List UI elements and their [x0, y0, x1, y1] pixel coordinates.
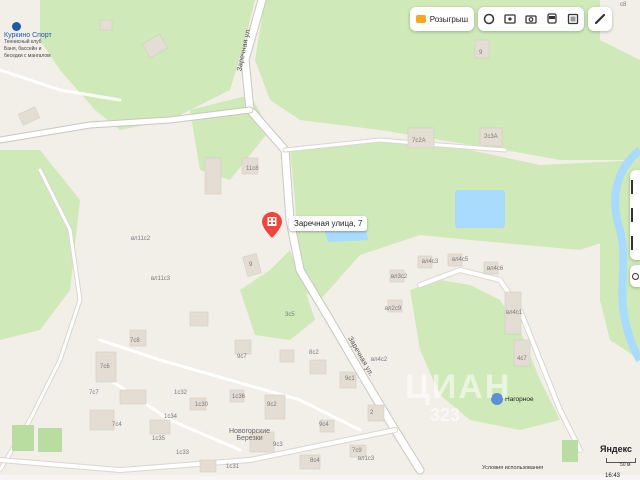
district-label-line2: Березки — [236, 435, 263, 442]
promo-button[interactable]: Розыгрыш — [410, 7, 474, 31]
rotate-button[interactable] — [631, 236, 639, 250]
zoom-in-button[interactable] — [631, 180, 639, 194]
building-marker-icon — [262, 212, 282, 238]
house-number: 9с4 — [319, 422, 329, 428]
pond — [455, 190, 505, 228]
house-number: вл11с2 — [131, 236, 151, 242]
watermark-line2: 323 — [430, 405, 461, 425]
panorama-icon — [504, 14, 516, 24]
yandex-logo[interactable]: Яндекс — [600, 444, 632, 454]
sport-field — [562, 440, 578, 462]
zoom-out-button[interactable] — [631, 208, 639, 222]
house-number: вл4с5 — [452, 257, 469, 263]
house-number: вл2с9 — [385, 306, 402, 312]
house-number: 9с7 — [237, 354, 247, 360]
promo-label: Розыгрыш — [429, 14, 468, 24]
house-number: вл4с1 — [506, 310, 523, 316]
geolocation-button[interactable] — [630, 265, 640, 287]
house-number: 9с2 — [267, 402, 277, 408]
house-number: 1с30 — [195, 402, 209, 408]
house-number: вл4с6 — [487, 266, 504, 272]
house-number: 1с32 — [174, 390, 188, 396]
bus-icon — [547, 13, 557, 24]
zoom-controls — [630, 170, 640, 260]
terms-link[interactable]: Условия использования — [482, 465, 543, 471]
camera-button[interactable] — [520, 7, 541, 31]
house-number: вл4с3 — [422, 259, 439, 265]
house-number: с8 — [620, 2, 627, 8]
house-number: вл11с3 — [151, 276, 171, 282]
house-number: 7с6 — [100, 364, 110, 370]
transport-button[interactable] — [542, 7, 563, 31]
house-number: 7с4 — [112, 422, 122, 428]
sport-field — [12, 425, 34, 451]
ruler-icon — [594, 13, 606, 25]
house-number: 9 — [479, 50, 483, 56]
house-number: 8с2 — [309, 350, 319, 356]
poi-kurkino-sport[interactable]: Куркино Спорт Теннисный клуб Баня, бассе… — [4, 32, 52, 60]
house-number: 8с4 — [310, 458, 320, 464]
poi-kurkino-icon[interactable] — [12, 22, 21, 31]
house-number: 7с9 — [352, 448, 362, 454]
sport-field — [38, 428, 62, 452]
poi-kurkino-sub2: Баня, бассейн и — [4, 46, 42, 52]
house-number: 1с35 — [152, 436, 166, 442]
layers-toolbar — [478, 7, 584, 31]
house-number: 4с7 — [517, 356, 527, 362]
house-number: вл4с2 — [371, 357, 388, 363]
district-label-line1: Новогорские — [229, 428, 271, 435]
geolocation-icon — [631, 272, 639, 280]
clock-time: 16:43 — [605, 473, 621, 479]
house-number: 3с5 — [285, 312, 295, 318]
layers-button[interactable] — [478, 7, 499, 31]
district-label: Новогорские Березки — [229, 428, 270, 442]
house-number: 2с3А — [484, 134, 498, 140]
ruler-button[interactable] — [588, 7, 612, 31]
location-marker[interactable] — [262, 212, 282, 238]
more-layers-button[interactable] — [563, 7, 584, 31]
scale-label: 50 м — [620, 462, 631, 468]
poi-kurkino-name: Куркино Спорт — [4, 32, 52, 39]
house-number: вл3с2 — [391, 274, 408, 280]
house-number: 9с3 — [273, 442, 283, 448]
house-number: 7с7 — [89, 390, 99, 396]
house-number: 9с1 — [345, 376, 355, 382]
poi-kurkino-sub3: беседки с мангалом — [4, 53, 51, 59]
house-number: 7с2А — [412, 138, 426, 144]
house-number: 1с36 — [232, 394, 246, 400]
house-number: вл1с3 — [358, 456, 375, 462]
more-layers-icon — [568, 13, 579, 25]
gift-icon — [416, 15, 426, 23]
camera-icon — [525, 15, 537, 24]
status-bar — [0, 475, 640, 480]
house-number: 1с34 — [164, 414, 178, 420]
house-number: 2 — [370, 410, 374, 416]
house-number: 11с8 — [246, 166, 259, 172]
panorama-button[interactable] — [499, 7, 520, 31]
watermark-line1: ЦИАН — [405, 368, 512, 406]
layers-icon — [483, 13, 494, 25]
house-number: 9 — [249, 262, 253, 268]
poi-kurkino-sub1: Теннисный клуб — [4, 39, 42, 45]
house-number: 7с8 — [130, 338, 140, 344]
marker-address-label[interactable]: Заречная улица, 7 — [289, 216, 368, 231]
house-number: 1с31 — [226, 464, 240, 470]
house-number: 1с33 — [176, 450, 190, 456]
map-canvas[interactable] — [0, 0, 640, 480]
